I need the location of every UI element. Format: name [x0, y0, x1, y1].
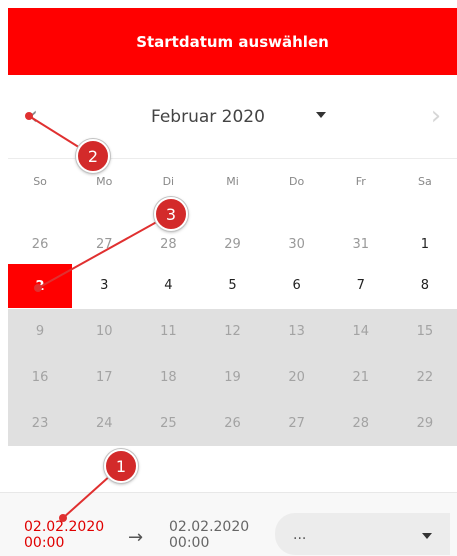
calendar-day: 17 [95, 370, 113, 385]
annotation-marker-3: 3 [154, 197, 188, 231]
chevron-left-icon[interactable]: ‹ [22, 103, 44, 129]
calendar-day: 13 [288, 324, 305, 339]
calendar-day[interactable]: 30 [265, 224, 329, 265]
calendar-day: 18 [160, 370, 177, 385]
calendar-day[interactable]: 7 [329, 265, 393, 306]
calendar-day[interactable]: 6 [265, 265, 329, 306]
start-datetime[interactable]: 02.02.2020 00:00 [24, 519, 104, 551]
calendar-day-selected[interactable]: 2 [8, 264, 73, 308]
calendar-day: 22 [416, 370, 434, 385]
calendar-day: 11 [160, 324, 177, 339]
start-date: 02.02.2020 [24, 519, 105, 535]
weekday-label: Di [162, 175, 175, 188]
annotation-marker-2: 2 [76, 139, 110, 173]
calendar-day: 26 [224, 416, 241, 431]
calendar-day[interactable]: 3 [72, 265, 136, 306]
header-title: Startdatum auswählen [136, 32, 329, 51]
header-bar: Startdatum auswählen [8, 8, 457, 75]
calendar-day: 12 [224, 324, 241, 339]
time-select[interactable]: ... [275, 513, 450, 555]
calendar-day: 9 [35, 324, 45, 339]
annotation-marker-1: 1 [104, 449, 138, 483]
weekday-label: Sa [418, 175, 432, 188]
calendar-day: 14 [352, 324, 370, 339]
calendar-day: 29 [416, 416, 434, 431]
weekday-label: Do [289, 175, 305, 188]
calendar-day: 27 [288, 416, 305, 431]
time-select-value: ... [293, 527, 307, 543]
end-datetime[interactable]: 02.02.2020 00:00 [169, 519, 249, 551]
month-navigation: ‹ Februar 2020 › [8, 95, 457, 139]
weekday-label: Mi [226, 175, 239, 188]
calendar-day: 23 [31, 416, 49, 431]
weekday-label: Mo [96, 175, 113, 188]
chevron-right-icon[interactable]: › [425, 103, 447, 129]
calendar-day[interactable]: 1 [393, 224, 457, 265]
calendar-day[interactable]: 4 [136, 265, 200, 306]
calendar-day[interactable]: 29 [200, 224, 264, 265]
calendar-day: 24 [95, 416, 113, 431]
calendar-day[interactable]: 27 [72, 224, 136, 265]
calendar-day[interactable]: 26 [8, 224, 72, 265]
calendar-day: 15 [416, 324, 434, 339]
caret-down-icon [422, 533, 432, 539]
end-time: 00:00 [169, 535, 210, 551]
weekday-header: So Mo Di Mi Do Fr Sa [8, 175, 457, 199]
start-time: 00:00 [24, 535, 65, 551]
footer-bar: 02.02.2020 00:00 → 02.02.2020 00:00 ... [0, 492, 457, 556]
weekday-label: Fr [355, 175, 366, 188]
calendar-day: 16 [31, 370, 49, 385]
month-label[interactable]: Februar 2020 [151, 107, 265, 127]
calendar-day[interactable]: 8 [393, 265, 457, 306]
calendar-day: 19 [224, 370, 241, 385]
calendar-day: 10 [95, 324, 113, 339]
calendar-day: 20 [288, 370, 305, 385]
calendar-day: 28 [352, 416, 370, 431]
end-date: 02.02.2020 [169, 519, 250, 535]
caret-down-icon[interactable] [316, 112, 326, 118]
weekday-label: So [33, 175, 47, 188]
calendar-grid: 26 27 28 29 30 31 1 2 3 4 5 6 7 8 9 10 11 12 13 14 15 16 17 18 1… [8, 224, 457, 446]
calendar-day[interactable]: 5 [200, 265, 264, 306]
calendar-day: 25 [160, 416, 177, 431]
calendar-day[interactable]: 31 [329, 224, 393, 265]
arrow-right-icon: → [128, 527, 144, 548]
calendar-day: 21 [352, 370, 370, 385]
